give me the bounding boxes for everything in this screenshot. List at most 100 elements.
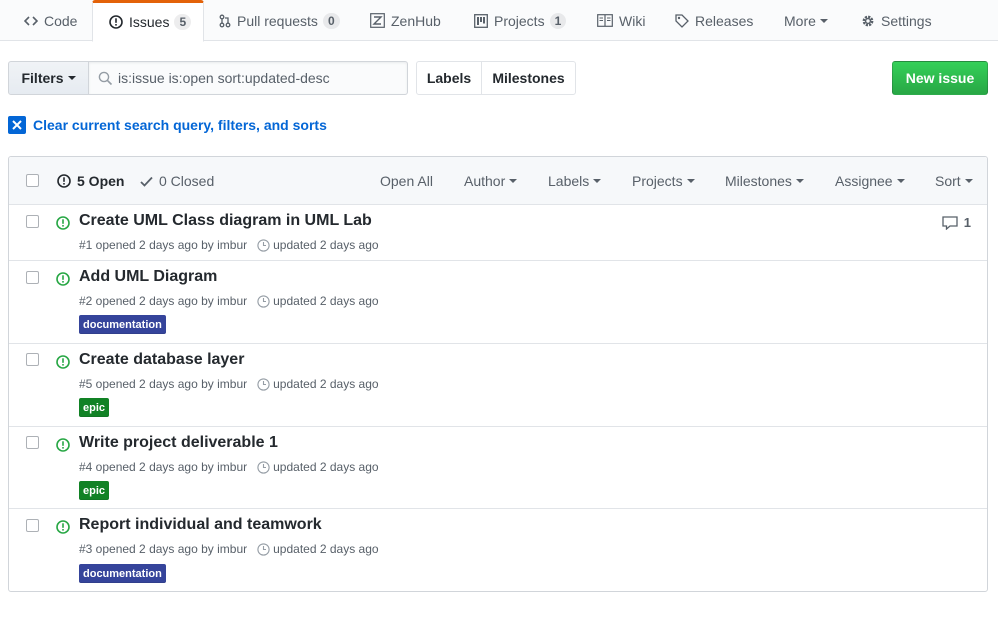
labels-dropdown[interactable]: Labels [548,157,602,205]
issue-checkbox[interactable] [26,271,39,284]
project-icon [474,13,488,28]
author-dropdown[interactable]: Author [464,157,518,205]
tag-icon [675,13,689,28]
closed-issues-filter[interactable]: 0 Closed [140,157,214,205]
issues-list: 5 Open 0 Closed Open All Author Labels P… [8,156,988,592]
tab-label: Releases [695,12,754,29]
tab-wiki[interactable]: Wiki [597,0,645,41]
filters-button[interactable]: Filters [8,61,89,95]
tab-issues[interactable]: Issues 5 [92,0,204,42]
labels-button[interactable]: Labels [416,61,482,95]
issue-checkbox[interactable] [26,436,39,449]
pull-requests-counter: 0 [322,12,340,29]
tab-pull-requests[interactable]: Pull requests 0 [219,0,340,41]
issue-meta: #1 opened 2 days ago by imbur updated 2 … [79,237,379,253]
issue-updated-text: updated 2 days ago [273,460,379,474]
caret-down-icon [819,18,828,23]
tab-settings[interactable]: Settings [861,0,932,41]
issue-meta: #5 opened 2 days ago by imbur updated 2 … [79,376,379,392]
author-label: Author [464,173,506,189]
label-epic[interactable]: epic [79,481,110,500]
issue-opened-text: #2 opened 2 days ago by imbur [79,294,248,308]
comment-count: 1 [963,215,971,230]
issue-title-link[interactable]: Create UML Class diagram in UML Lab [79,212,372,230]
issue-opened-icon [56,216,70,233]
tab-label: More [784,12,816,29]
label-documentation[interactable]: documentation [79,315,166,334]
issues-list-header: 5 Open 0 Closed Open All Author Labels P… [9,157,987,205]
issue-opened-icon [109,15,123,29]
issue-row: Create database layer #5 opened 2 days a… [9,344,987,427]
zenhub-icon [370,13,385,28]
labels-label: Labels [548,173,590,189]
sort-dropdown[interactable]: Sort [935,157,973,205]
caret-down-icon [509,179,518,183]
search-box [88,61,408,95]
issue-opened-text: #3 opened 2 days ago by imbur [79,542,248,556]
issue-checkbox[interactable] [26,519,39,532]
tab-more[interactable]: More [784,0,828,41]
sort-label: Sort [935,173,961,189]
issue-opened-icon [56,272,70,289]
caret-down-icon [593,179,602,183]
caret-down-icon [686,179,695,183]
tab-projects[interactable]: Projects 1 [474,0,567,41]
caret-down-icon [67,76,76,80]
milestones-label: Milestones [725,173,792,189]
issue-updated-text: updated 2 days ago [273,542,379,556]
clock-icon [257,238,270,252]
filters-label: Filters [21,70,64,86]
comment-icon [942,215,958,230]
issue-row: Add UML Diagram #2 opened 2 days ago by … [9,261,987,344]
caret-down-icon [896,179,905,183]
issue-title-link[interactable]: Report individual and teamwork [79,516,322,534]
milestones-dropdown[interactable]: Milestones [725,157,804,205]
issue-meta: #3 opened 2 days ago by imbur updated 2 … [79,541,379,557]
issues-counter: 5 [174,14,192,30]
tab-label: Issues [129,14,170,30]
open-issues-filter[interactable]: 5 Open [57,157,124,205]
tab-code[interactable]: Code [24,0,77,41]
issue-opened-text: #1 opened 2 days ago by imbur [79,238,248,252]
tab-label: Wiki [619,12,646,29]
tab-label: ZenHub [391,12,441,29]
open-count-label: 5 Open [77,173,125,189]
code-icon [24,14,38,28]
issue-checkbox[interactable] [26,215,39,228]
open-all-button[interactable]: Open All [380,157,433,205]
label-documentation[interactable]: documentation [79,564,166,583]
projects-label: Projects [632,173,683,189]
tab-releases[interactable]: Releases [675,0,753,41]
caret-down-icon [795,179,804,183]
label-epic[interactable]: epic [79,398,110,417]
issue-title-link[interactable]: Add UML Diagram [79,268,217,286]
projects-counter: 1 [549,12,567,29]
issue-row: Create UML Class diagram in UML Lab #1 o… [9,205,987,261]
issue-row: Write project deliverable 1 #4 opened 2 … [9,427,987,509]
issue-meta: #2 opened 2 days ago by imbur updated 2 … [79,293,379,309]
issue-opened-icon [57,174,71,188]
select-all-checkbox[interactable] [26,174,39,187]
clock-icon [257,294,270,308]
issue-updated-text: updated 2 days ago [273,377,379,391]
clear-query-link[interactable]: Clear current search query, filters, and… [8,115,327,134]
issue-title-link[interactable]: Create database layer [79,351,244,369]
new-issue-button[interactable]: New issue [892,61,988,95]
issue-opened-text: #5 opened 2 days ago by imbur [79,377,248,391]
projects-dropdown[interactable]: Projects [632,157,695,205]
clock-icon [257,377,270,391]
comments-link[interactable]: 1 [942,215,971,230]
clock-icon [257,542,270,556]
assignee-dropdown[interactable]: Assignee [835,157,905,205]
tab-zenhub[interactable]: ZenHub [370,0,441,41]
milestones-button[interactable]: Milestones [481,61,576,95]
search-icon [98,71,113,89]
search-input[interactable] [118,62,403,94]
repo-nav: Code Issues 5 Pull requests 0 ZenHub Pro… [0,0,998,42]
issue-title-link[interactable]: Write project deliverable 1 [79,434,278,452]
clock-icon [257,460,270,474]
issue-checkbox[interactable] [26,353,39,366]
closed-count-label: 0 Closed [159,173,215,189]
git-pull-request-icon [219,14,231,28]
tab-label: Projects [494,12,545,29]
